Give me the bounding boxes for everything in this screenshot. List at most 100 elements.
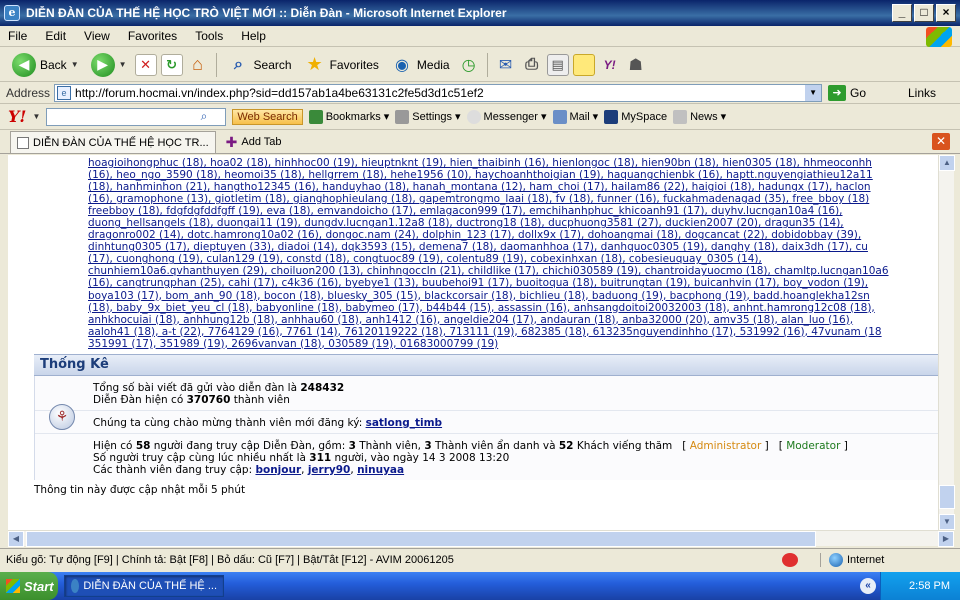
- back-button[interactable]: ◀ Back ▼: [8, 51, 83, 79]
- back-dropdown-icon[interactable]: ▼: [71, 60, 79, 69]
- settings-button[interactable]: Settings ▾: [395, 109, 461, 124]
- user-link-line[interactable]: (16), cangtrungphan (25), cahi (17), c4k…: [88, 277, 868, 289]
- web-search-button[interactable]: Web Search: [232, 108, 303, 125]
- user-list-line[interactable]: (16), gramophone (13), giotletim (18), g…: [88, 193, 938, 205]
- yahoo-logo-icon[interactable]: Y!: [8, 107, 26, 126]
- user-link-line[interactable]: (16), heo_ngo_3590 (18), heomoi35 (18), …: [88, 169, 873, 181]
- user-link-line[interactable]: aaloh41 (18), a-t (22), 7764129 (16), 77…: [88, 326, 882, 338]
- user-link-line[interactable]: dragonro002 (14), dotc.hamrong10a02 (16)…: [88, 229, 861, 241]
- mail-icon: [552, 109, 567, 124]
- tab-forum[interactable]: DIỄN ĐÀN CỦA THẾ HỆ HỌC TR...: [10, 131, 216, 153]
- user-list-line[interactable]: (16), cangtrungphan (25), cahi (17), c4k…: [88, 277, 938, 289]
- vertical-scrollbar[interactable]: ▲ ▼: [938, 155, 955, 530]
- user-list-line[interactable]: 351991 (17), 351989 (19), 2696vanvan (18…: [88, 338, 938, 350]
- clock[interactable]: 2:58 PM: [909, 580, 950, 592]
- myspace-button[interactable]: MySpace: [604, 109, 667, 124]
- forward-button[interactable]: ▶ ▼: [87, 51, 131, 79]
- add-tab-button[interactable]: ✚ Add Tab: [219, 131, 288, 153]
- menu-view[interactable]: View: [76, 29, 120, 43]
- bookmarks-button[interactable]: Bookmarks ▾: [308, 109, 389, 124]
- online-member-link[interactable]: bonjour: [255, 464, 301, 476]
- user-link-line[interactable]: (18), baby_9x_biet_yeu_cl (18), babyonli…: [88, 302, 875, 314]
- scroll-up-icon[interactable]: ▲: [939, 155, 955, 171]
- user-link-line[interactable]: boya103 (17), bom_anh_90 (18), bocon (18…: [88, 290, 870, 302]
- user-link-line[interactable]: hoagioihongphuc (18), hoa02 (18), hinhho…: [88, 157, 872, 169]
- research-icon[interactable]: ☗: [625, 54, 647, 76]
- user-list-line[interactable]: boya103 (17), bom_anh_90 (18), bocon (18…: [88, 290, 938, 302]
- user-link-line[interactable]: (16), gramophone (13), giotletim (18), g…: [88, 193, 869, 205]
- online-members: 3: [348, 439, 356, 452]
- taskbar-item-ie[interactable]: DIỄN ĐÀN CỦA THẾ HỆ ...: [64, 575, 224, 597]
- close-tab-icon[interactable]: ✕: [932, 133, 950, 150]
- edit-icon[interactable]: ▤: [546, 53, 569, 76]
- user-list-line[interactable]: (16), heo_ngo_3590 (18), heomoi35 (18), …: [88, 169, 938, 181]
- user-list-line[interactable]: (18), baby_9x_biet_yeu_cl (18), babyonli…: [88, 302, 938, 314]
- mail-button[interactable]: Mail ▾: [552, 109, 598, 124]
- user-list: hoagioihongphuc (18), hoa02 (18), hinhho…: [8, 155, 938, 350]
- user-list-line[interactable]: hoagioihongphuc (18), hoa02 (18), hinhho…: [88, 157, 938, 169]
- scroll-left-icon[interactable]: ◀: [8, 531, 24, 547]
- scroll-right-icon[interactable]: ▶: [938, 531, 954, 547]
- messenger-button[interactable]: Messenger ▾: [466, 109, 547, 124]
- links-button[interactable]: Links: [908, 86, 936, 100]
- show-hidden-icons-icon[interactable]: «: [860, 578, 876, 594]
- popup-blocked-icon[interactable]: [782, 552, 798, 567]
- home-icon[interactable]: ⌂: [187, 54, 209, 76]
- tab-bar: DIỄN ĐÀN CỦA THẾ HỆ HỌC TR... ✚ Add Tab …: [0, 130, 960, 154]
- user-link-line[interactable]: freebboy (18), fdgfdgfddfgff (19), eva (…: [88, 205, 843, 217]
- start-button[interactable]: Start: [0, 572, 58, 600]
- favorites-button[interactable]: ★ Favorites: [300, 52, 383, 78]
- user-link-line[interactable]: chunhiem10a6.qvhanthuyen (29), choiluon2…: [88, 265, 889, 277]
- menu-help[interactable]: Help: [233, 29, 276, 43]
- yahoo-search-input[interactable]: ⌕: [46, 107, 227, 126]
- print-icon[interactable]: ⎙: [521, 54, 543, 76]
- news-button[interactable]: News ▾: [673, 109, 726, 124]
- close-button[interactable]: ×: [936, 4, 956, 22]
- user-link-line[interactable]: duong_hellsangels (18), duongai11 (19), …: [88, 217, 844, 229]
- user-link-line[interactable]: (17), cuonghong (19), culan129 (19), con…: [88, 253, 762, 265]
- newest-member-link[interactable]: satlong_timb: [366, 417, 442, 429]
- scroll-thumb-horizontal[interactable]: [26, 531, 816, 547]
- online-member-link[interactable]: ninuyaa: [357, 464, 404, 476]
- forward-dropdown-icon[interactable]: ▼: [119, 60, 127, 69]
- mail-icon[interactable]: ✉: [495, 54, 517, 76]
- history-icon[interactable]: ◷: [458, 54, 480, 76]
- address-dropdown-icon[interactable]: ▼: [805, 84, 822, 101]
- search-button[interactable]: ⌕ Search: [224, 52, 296, 78]
- user-list-line[interactable]: dragonro002 (14), dotc.hamrong10a02 (16)…: [88, 229, 938, 241]
- maximize-button[interactable]: □: [914, 4, 934, 22]
- members-count: 370760: [186, 393, 231, 406]
- menu-edit[interactable]: Edit: [37, 29, 76, 43]
- go-arrow-icon: ➜: [828, 84, 847, 101]
- menu-tools[interactable]: Tools: [187, 29, 233, 43]
- menu-favorites[interactable]: Favorites: [120, 29, 187, 43]
- user-list-line[interactable]: duong_hellsangels (18), duongai11 (19), …: [88, 217, 938, 229]
- user-list-line[interactable]: chunhiem10a6.qvhanthuyen (29), choiluon2…: [88, 265, 938, 277]
- go-button[interactable]: ➜ Go: [828, 84, 866, 101]
- user-list-line[interactable]: dinhtung0305 (17), dieptuyen (33), diado…: [88, 241, 938, 253]
- online-member-link[interactable]: jerry90: [308, 464, 351, 476]
- user-list-line[interactable]: anhkhocuiai (18), anhhung12b (18), anhha…: [88, 314, 938, 326]
- menu-file[interactable]: File: [0, 29, 37, 43]
- minimize-button[interactable]: _: [892, 4, 912, 22]
- media-button[interactable]: ◉ Media: [387, 52, 454, 78]
- user-link-line[interactable]: 351991 (17), 351989 (19), 2696vanvan (18…: [88, 338, 498, 350]
- refresh-icon[interactable]: ↻: [160, 53, 183, 76]
- user-link-line[interactable]: dinhtung0305 (17), dieptuyen (33), diado…: [88, 241, 868, 253]
- user-list-line[interactable]: freebboy (18), fdgfdgfddfgff (19), eva (…: [88, 205, 938, 217]
- star-icon: ★: [306, 54, 323, 74]
- user-list-line[interactable]: (18), hanhminhon (21), hangtho12345 (16)…: [88, 181, 938, 193]
- user-list-line[interactable]: aaloh41 (18), a-t (22), 7764129 (16), 77…: [88, 326, 938, 338]
- user-link-line[interactable]: anhkhocuiai (18), anhhung12b (18), anhha…: [88, 314, 853, 326]
- discuss-icon[interactable]: [572, 53, 595, 76]
- window-controls: _ □ ×: [892, 4, 956, 22]
- yahoo-dropdown-icon[interactable]: ▼: [32, 112, 40, 121]
- scroll-thumb[interactable]: [939, 485, 955, 509]
- stop-icon[interactable]: ✕: [134, 53, 157, 76]
- scroll-down-icon[interactable]: ▼: [939, 514, 955, 530]
- user-list-line[interactable]: (17), cuonghong (19), culan129 (19), con…: [88, 253, 938, 265]
- horizontal-scrollbar[interactable]: ◀ ▶: [8, 530, 954, 547]
- yahoo-toolbar-icon[interactable]: Y!: [599, 54, 621, 76]
- user-link-line[interactable]: (18), hanhminhon (21), hangtho12345 (16)…: [88, 181, 871, 193]
- address-input[interactable]: e http://forum.hocmai.vn/index.php?sid=d…: [54, 83, 823, 102]
